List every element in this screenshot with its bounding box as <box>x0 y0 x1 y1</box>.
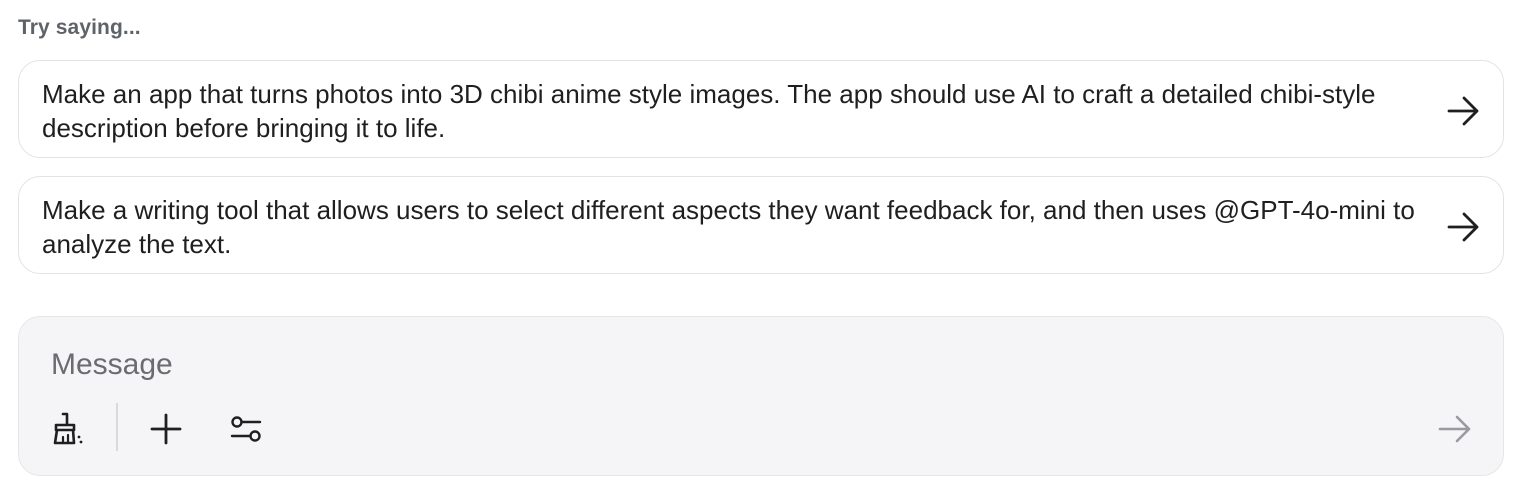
send-arrow-icon[interactable] <box>1435 409 1475 449</box>
toolbar-divider <box>116 403 118 451</box>
suggestion-card-1[interactable]: Make an app that turns photos into 3D ch… <box>18 60 1504 158</box>
suggestion-text: Make a writing tool that allows users to… <box>42 195 1415 259</box>
arrow-right-icon[interactable] <box>1443 91 1483 131</box>
message-input[interactable] <box>51 341 1351 389</box>
sliders-icon[interactable] <box>226 409 266 449</box>
message-composer <box>18 316 1504 476</box>
suggestion-card-2[interactable]: Make a writing tool that allows users to… <box>18 176 1504 274</box>
try-saying-label: Try saying... <box>18 16 141 39</box>
plus-icon[interactable] <box>146 409 186 449</box>
suggestion-text: Make an app that turns photos into 3D ch… <box>42 79 1376 143</box>
suggestions-panel: Try saying... Make an app that turns pho… <box>0 0 1516 486</box>
arrow-right-icon[interactable] <box>1443 207 1483 247</box>
paintbrush-icon[interactable] <box>47 409 87 449</box>
